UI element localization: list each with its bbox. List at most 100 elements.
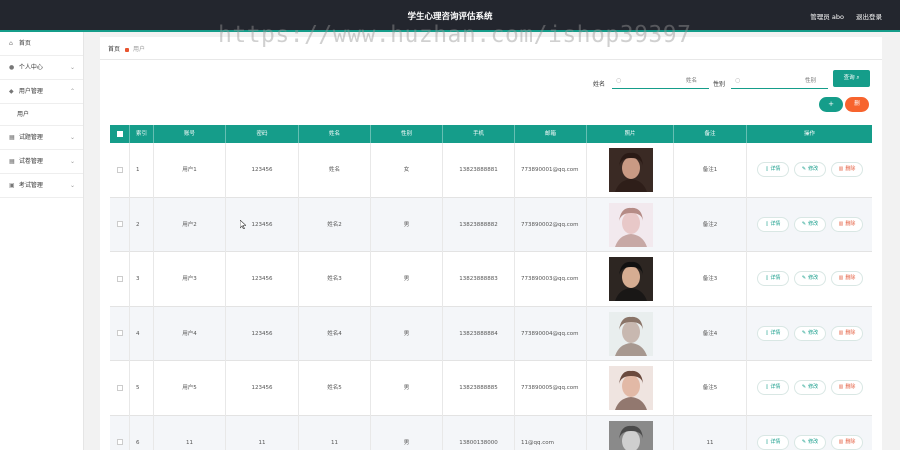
- cell-phone: 13823888882: [443, 197, 515, 252]
- cell-name: 姓名5: [299, 361, 371, 416]
- user-photo[interactable]: [609, 148, 653, 192]
- breadcrumb-home[interactable]: 首页: [108, 46, 120, 53]
- edit-button[interactable]: ✎ 修改: [794, 325, 826, 341]
- edit-button[interactable]: ✎ 修改: [794, 162, 826, 177]
- cell-name: 姓名: [299, 143, 371, 198]
- detail-button[interactable]: ▯ 详情: [757, 162, 789, 177]
- cell-index: 6: [130, 415, 154, 450]
- cell-index: 4: [130, 306, 154, 361]
- row-select-cell: [110, 415, 130, 450]
- cell-account: 用户1: [154, 143, 226, 198]
- cell-index: 5: [130, 361, 154, 416]
- row-checkbox[interactable]: [116, 221, 123, 227]
- cell-password: 123456: [226, 361, 299, 416]
- sidebar-item-home[interactable]: ⌂ 首页: [0, 32, 83, 56]
- table-row: 1 用户1 123456 姓名女 13823888881 773890001@qq.com…: [110, 143, 872, 198]
- delete-button[interactable]: ▥ 删除: [831, 216, 863, 232]
- sidebar-item-label: 用户管理: [18, 88, 43, 95]
- gender-search-input[interactable]: [731, 73, 828, 89]
- user-photo[interactable]: [609, 420, 653, 450]
- detail-button[interactable]: ▯ 详情: [757, 434, 789, 450]
- user-photo[interactable]: [609, 311, 653, 356]
- pencil-icon: ✎: [801, 438, 807, 445]
- detail-button[interactable]: ▯ 详情: [757, 271, 789, 286]
- breadcrumb-separator-icon: [125, 47, 130, 52]
- table-row: 5 用户5 123456 姓名5 男 13823888885 773890005@qq.co…: [110, 361, 872, 416]
- query-button[interactable]: 查询 ⌕: [833, 70, 870, 87]
- detail-button[interactable]: ▯ 详情: [757, 216, 789, 232]
- row-checkbox[interactable]: [116, 166, 123, 173]
- document-icon: ▯: [765, 275, 769, 281]
- cell-remark: 备注5: [674, 361, 747, 416]
- cell-email: 773890001@qq.com: [515, 143, 587, 198]
- edit-button[interactable]: ✎ 修改: [794, 380, 826, 395]
- row-checkbox[interactable]: [116, 330, 123, 336]
- cell-password: 123456: [226, 252, 299, 307]
- table-row: 2 用户2 123456 姓名2 男 13823888882 773890002@qq.co…: [110, 197, 872, 253]
- mouse-cursor-icon: [240, 220, 246, 229]
- column-header: 照片: [587, 125, 674, 143]
- home-icon: ⌂: [9, 40, 13, 47]
- row-checkbox[interactable]: [116, 384, 123, 391]
- column-header: 备注: [674, 125, 747, 143]
- row-select-cell: [110, 197, 130, 252]
- table-row: 6 11 11 11 男 13800138000 11@qq.com 11 ▯ 详情 ✎ 修改 …: [110, 415, 872, 450]
- add-button[interactable]: +: [819, 97, 843, 112]
- edit-button[interactable]: ✎ 修改: [794, 434, 826, 450]
- select-all-checkbox[interactable]: [116, 130, 123, 137]
- column-header: 邮箱: [515, 125, 587, 143]
- detail-button[interactable]: ▯ 详情: [757, 325, 789, 341]
- sidebar-item-question-management[interactable]: ▦ 试题管理 ⌄: [0, 126, 83, 150]
- cell-password: 123456: [226, 143, 299, 198]
- column-header: 操作: [803, 131, 815, 137]
- main-content: 首页 用户 姓名 ○ 性别 ○ 查询 ⌕ + 删 索引 账号 密码 姓名 性别 手…: [100, 37, 882, 450]
- select-all-cell: [110, 125, 130, 143]
- delete-button[interactable]: ▥ 删除: [831, 434, 863, 450]
- document-icon: ▯: [765, 438, 769, 445]
- search-icon: ⌕: [856, 75, 860, 81]
- row-select-cell: [110, 306, 130, 361]
- cell-operations: ▯ 详情 ✎ 修改 ▥ 删除: [747, 198, 872, 253]
- user-photo[interactable]: [609, 202, 653, 247]
- cell-gender: 女: [371, 143, 443, 198]
- cell-account: 用户4: [154, 306, 226, 361]
- top-bar-accent-line: [0, 30, 900, 32]
- delete-button[interactable]: ▥ 删除: [831, 380, 863, 395]
- sidebar-item-exam-management[interactable]: ▣ 考试管理 ⌄: [0, 174, 83, 198]
- logout-link[interactable]: 退出登录: [856, 13, 882, 21]
- edit-button[interactable]: ✎ 修改: [794, 216, 826, 232]
- sidebar-subitem-users[interactable]: 用户: [0, 104, 83, 126]
- table-header: 索引 账号 密码 姓名 性别 手机 邮箱 照片 备注 操作: [110, 125, 872, 143]
- sidebar-item-paper-management[interactable]: ▦ 试卷管理 ⌄: [0, 150, 83, 174]
- chevron-down-icon: ⌄: [69, 158, 75, 165]
- pencil-icon: ✎: [801, 166, 807, 172]
- cell-password: 11: [226, 415, 299, 450]
- chevron-up-icon: ⌃: [69, 88, 75, 95]
- user-photo[interactable]: [609, 366, 653, 410]
- user-photo[interactable]: [609, 257, 653, 301]
- cell-remark: 备注2: [674, 197, 747, 252]
- app-title: 学生心理咨询评估系统: [407, 12, 493, 22]
- cell-email: 11@qq.com: [515, 415, 587, 450]
- trash-icon: ▥: [838, 220, 844, 227]
- row-checkbox[interactable]: [116, 439, 123, 445]
- delete-button[interactable]: ▥ 删除: [831, 271, 863, 286]
- sidebar-item-personal-center[interactable]: ● 个人中心 ⌄: [0, 56, 83, 80]
- row-checkbox[interactable]: [116, 275, 123, 282]
- batch-delete-button[interactable]: 删: [845, 97, 869, 112]
- trash-icon: ▥: [838, 275, 844, 281]
- cell-remark: 11: [674, 415, 747, 450]
- cell-operations: ▯ 详情 ✎ 修改 ▥ 删除: [747, 416, 872, 450]
- cell-email: 773890002@qq.com: [515, 197, 587, 252]
- sidebar-item-user-management[interactable]: ◆ 用户管理 ⌃: [0, 80, 83, 104]
- gender-search-label: 性别: [713, 81, 726, 88]
- delete-button[interactable]: ▥ 删除: [831, 325, 863, 341]
- edit-button[interactable]: ✎ 修改: [794, 271, 826, 286]
- cell-remark: 备注1: [674, 143, 747, 198]
- delete-button[interactable]: ▥ 删除: [831, 162, 863, 177]
- detail-button[interactable]: ▯ 详情: [757, 380, 789, 395]
- name-search-input[interactable]: [612, 73, 709, 89]
- breadcrumb-divider: [100, 59, 882, 60]
- name-search-label: 姓名: [593, 81, 606, 88]
- sidebar-item-label: 试题管理: [18, 134, 43, 141]
